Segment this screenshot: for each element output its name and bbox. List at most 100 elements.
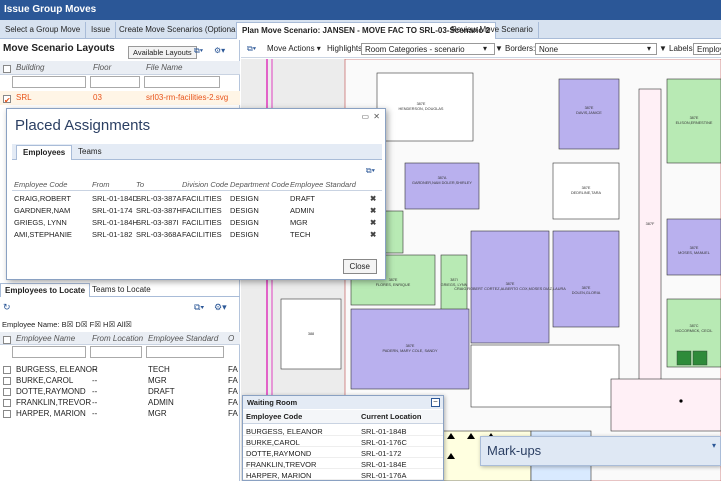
table-row[interactable]: BURGESS, ELEANOR SRL-01-184B	[243, 425, 443, 436]
tab-teams-to-locate[interactable]: Teams to Locate	[88, 283, 155, 297]
col-department-code[interactable]: Department Code	[230, 180, 289, 189]
col-building[interactable]: Building	[16, 63, 44, 72]
col-file-name[interactable]: File Name	[146, 63, 182, 72]
col-employee-standard[interactable]: Employee Standard	[290, 180, 356, 189]
layouts-filter-row	[0, 76, 240, 90]
employee-name-filter[interactable]: Employee Name: B☒ D☒ F☒ H☒ All☒	[2, 320, 132, 329]
col-from[interactable]: From	[92, 180, 110, 189]
table-row[interactable]: GARDNER,NAM SRL-01-174 SRL-03-387H FACIL…	[12, 205, 382, 216]
file-name-filter-input[interactable]	[144, 76, 220, 88]
cell-to: SRL-03-368A	[136, 230, 182, 239]
col-current-location[interactable]: Current Location	[361, 412, 421, 421]
borders-select[interactable]: None	[535, 43, 657, 55]
table-row[interactable]: DOTTE,RAYMOND SRL-01-172	[243, 447, 443, 458]
waiting-grid-header: Employee Code Current Location	[243, 410, 443, 424]
col-floor[interactable]: Floor	[93, 63, 111, 72]
tab-teams[interactable]: Teams	[72, 145, 108, 160]
table-row[interactable]: FRANKLIN,TREVOR -- ADMIN FA	[0, 397, 240, 408]
table-row[interactable]: CRAIG,ROBERT SRL-01-184D SRL-03-387A FAC…	[12, 193, 382, 204]
labels-label: Labels:	[669, 44, 695, 53]
restore-icon[interactable]: ▭	[361, 112, 369, 121]
cell-dept: DESIGN	[230, 230, 259, 239]
tab-employees[interactable]: Employees	[16, 145, 73, 160]
row-building: SRL	[16, 93, 32, 102]
borders-dropdown-icon[interactable]: ▾	[647, 44, 651, 53]
remove-assignment-icon[interactable]: ✖	[370, 206, 376, 215]
tab-review-move-scenario[interactable]: Review Move Scenario	[446, 22, 539, 39]
cell-std: MGR	[290, 218, 308, 227]
table-row[interactable]: BURKE,CAROL -- MGR FA	[0, 375, 240, 386]
markups-collapse-icon[interactable]: ▾	[712, 441, 716, 450]
app-title: Issue Group Moves	[0, 0, 721, 20]
cell-code: CRAIG,ROBERT	[14, 194, 71, 203]
etl-std-filter[interactable]	[146, 346, 224, 358]
cell-o: FA	[228, 387, 238, 396]
gear-icon[interactable]: ⚙▾	[214, 46, 225, 55]
toolbar-export-icon[interactable]: ⧉▾	[247, 44, 256, 54]
move-actions-menu[interactable]: Move Actions ▾	[267, 44, 321, 53]
table-row[interactable]: BURGESS, ELEANOR -- TECH FA	[0, 364, 240, 375]
table-row[interactable]: FRANKLIN,TREVOR SRL-01-184E	[243, 458, 443, 469]
etl-gear-icon[interactable]: ⚙▾	[214, 302, 227, 313]
tab-select-group-move[interactable]: Select a Group Move	[0, 22, 87, 39]
minimize-icon[interactable]: –	[431, 398, 440, 407]
close-icon[interactable]: ✕	[373, 112, 380, 121]
table-row[interactable]: HARPER, MARION SRL-01-176A	[243, 469, 443, 480]
cell-to: SRL-03-387H	[136, 206, 182, 215]
cell-std: TECH	[148, 365, 170, 374]
cell-from: SRL-01-182	[92, 230, 133, 239]
col-to[interactable]: To	[136, 180, 144, 189]
placed-assignments-dialog: Placed Assignments ▭ ✕ Employees Teams ⧉…	[6, 108, 386, 280]
floor-filter-input[interactable]	[90, 76, 140, 88]
placed-assignments-title: Placed Assignments	[15, 117, 151, 134]
tab-create-move-scenarios[interactable]: Create Move Scenarios (Optional)	[114, 22, 246, 39]
highlights-dropdown-icon[interactable]: ▾	[483, 44, 487, 53]
cell-location: SRL-01-172	[361, 449, 402, 458]
cell-std: ADMIN	[148, 398, 174, 407]
col-employee-code[interactable]: Employee Code	[246, 412, 302, 421]
row-floor: 03	[93, 93, 102, 102]
tab-issue[interactable]: Issue	[86, 22, 117, 39]
col-employee-code[interactable]: Employee Code	[14, 180, 67, 189]
cell-div: FACILITIES	[182, 194, 222, 203]
layout-row-selected[interactable]: ✔ SRL 03 srl03-rm-facilities-2.svg	[0, 91, 240, 105]
markups-panel[interactable]: Mark-ups ▾	[480, 436, 721, 466]
filter-icon[interactable]: ▼	[495, 44, 503, 53]
cell-code: FRANKLIN,TREVOR	[246, 460, 317, 469]
table-row[interactable]: GRIEGS, LYNN SRL-01-184H SRL-03-387I FAC…	[12, 217, 382, 228]
remove-assignment-icon[interactable]: ✖	[370, 194, 376, 203]
remove-assignment-icon[interactable]: ✖	[370, 230, 376, 239]
cell-div: FACILITIES	[182, 218, 222, 227]
col-employee-name[interactable]: Employee Name	[16, 334, 75, 343]
export-icon[interactable]: ⧉▾	[194, 46, 203, 56]
layouts-grid-header: Building Floor File Name	[0, 61, 240, 75]
remove-assignment-icon[interactable]: ✖	[370, 218, 376, 227]
labels-select[interactable]: Employe	[693, 43, 721, 55]
table-row[interactable]: HARPER, MARION -- MGR FA	[0, 408, 240, 419]
table-row[interactable]: AMI,STEPHANIE SRL-01-182 SRL-03-368A FAC…	[12, 229, 382, 240]
labels-filter-icon[interactable]: ▼	[659, 44, 667, 53]
etl-from-filter[interactable]	[90, 346, 142, 358]
table-row[interactable]: DOTTE,RAYMOND -- DRAFT FA	[0, 386, 240, 397]
close-button[interactable]: Close	[342, 259, 377, 274]
highlights-select[interactable]: Room Categories - scenario	[361, 43, 495, 55]
cell-location: SRL-01-184B	[361, 427, 407, 436]
cell-to: SRL-03-387A	[136, 194, 182, 203]
col-o[interactable]: O	[228, 334, 234, 343]
placed-grid-header: Employee Code From To Division Code Depa…	[12, 179, 382, 191]
tab-employees-to-locate[interactable]: Employees to Locate	[0, 283, 91, 297]
building-filter-input[interactable]	[12, 76, 86, 88]
col-from-location[interactable]: From Location	[92, 334, 143, 343]
col-employee-standard[interactable]: Employee Standard	[148, 334, 218, 343]
placed-tabs: Employees Teams	[12, 144, 382, 160]
refresh-icon[interactable]: ↻	[3, 302, 11, 313]
etl-export-icon[interactable]: ⧉▾	[194, 302, 204, 313]
col-division-code[interactable]: Division Code	[182, 180, 228, 189]
placed-export-icon[interactable]: ⧉▾	[366, 166, 375, 176]
table-row[interactable]: BURKE,CAROL SRL-01-176C	[243, 436, 443, 447]
available-layouts-button[interactable]: Available Layouts	[128, 46, 197, 59]
cell-o: FA	[228, 365, 238, 374]
cell-dept: DESIGN	[230, 218, 259, 227]
cell-name: FRANKLIN,TREVOR	[16, 398, 92, 407]
etl-name-filter[interactable]	[12, 346, 86, 358]
